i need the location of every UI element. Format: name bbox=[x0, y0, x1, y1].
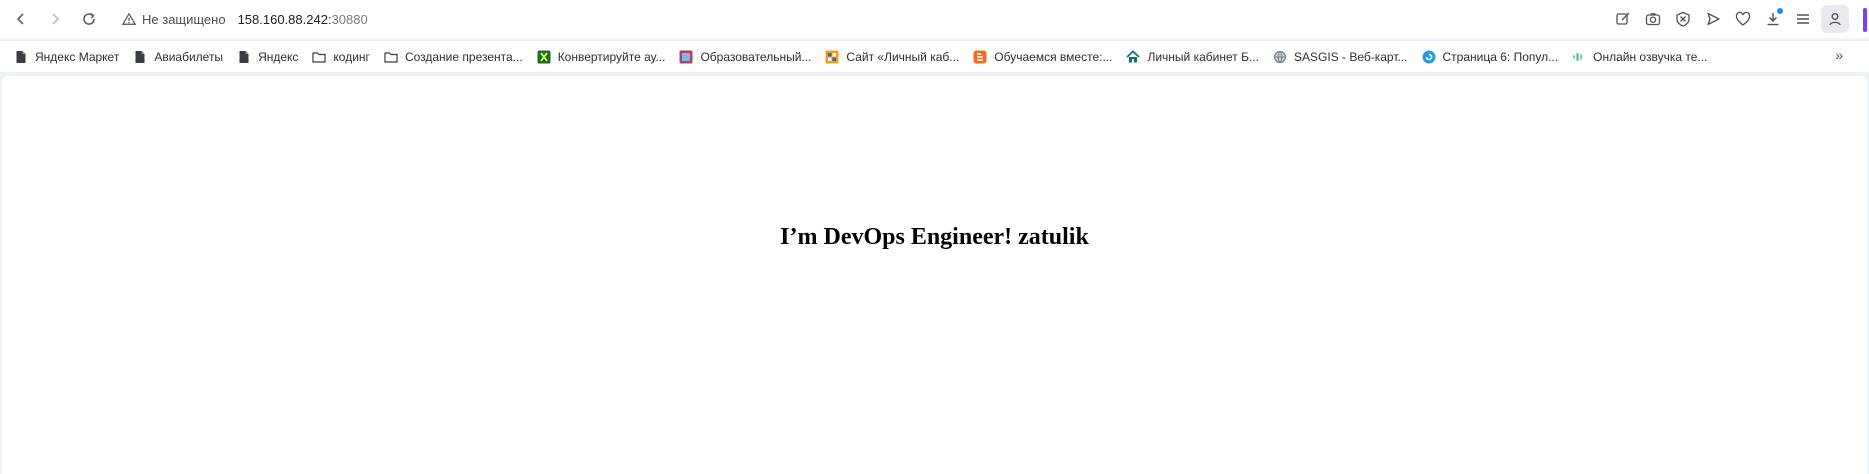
bookmark-learn-together[interactable]: Обучаемся вместе:... bbox=[973, 50, 1112, 64]
address-bar[interactable]: Не защищено 158.160.88.242:30880 bbox=[122, 4, 368, 34]
page-content: I’m DevOps Engineer! zatulik bbox=[2, 76, 1867, 474]
heart-icon bbox=[1735, 11, 1751, 26]
bookmark-label: Авиабилеты bbox=[154, 49, 224, 64]
download-notification-dot bbox=[1777, 8, 1783, 14]
folder-icon bbox=[384, 50, 398, 64]
bookmark-label: Страница 6: Попул... bbox=[1442, 49, 1559, 64]
bookmark-label: Обучаемся вместе:... bbox=[994, 49, 1113, 64]
blogger-icon bbox=[973, 50, 987, 64]
browser-window: Не защищено 158.160.88.242:30880 Яндекс … bbox=[0, 0, 1869, 474]
bookmark-label: Личный кабинет Б... bbox=[1147, 49, 1259, 64]
send-button[interactable] bbox=[1701, 4, 1725, 34]
warning-triangle-icon bbox=[122, 12, 136, 25]
adblock-button[interactable] bbox=[1671, 4, 1695, 34]
page-icon bbox=[14, 50, 28, 64]
bookmark-label: Создание презента... bbox=[404, 49, 523, 64]
bookmark-label: Образовательный... bbox=[700, 49, 812, 64]
page-headline: I’m DevOps Engineer! zatulik bbox=[780, 224, 1089, 250]
bookmarks-overflow-button[interactable]: » bbox=[1835, 47, 1843, 63]
house-icon bbox=[1126, 49, 1141, 64]
camera-icon bbox=[1645, 13, 1661, 26]
green-x-icon bbox=[537, 50, 551, 64]
bookmark-label: SASGIS - Веб-карт... bbox=[1293, 49, 1408, 64]
page-icon bbox=[237, 50, 251, 64]
orange-grid-icon bbox=[825, 50, 839, 64]
menu-icon bbox=[1797, 14, 1809, 24]
bookmarks-bar: Яндекс Маркет Авиабилеты Яндекс кодинг С… bbox=[0, 40, 1869, 72]
blue-circle-icon bbox=[1422, 50, 1436, 64]
send-icon bbox=[1707, 12, 1720, 26]
bookmark-personal-cabinet-site[interactable]: Сайт «Личный каб... bbox=[825, 50, 959, 64]
url-text[interactable]: 158.160.88.242:30880 bbox=[238, 12, 368, 27]
bookmark-label: Яндекс Маркет bbox=[35, 49, 120, 64]
shield-icon bbox=[1676, 11, 1690, 27]
bookmark-label: Сайт «Личный каб... bbox=[846, 49, 960, 64]
globe-icon bbox=[1273, 50, 1287, 64]
folder-icon bbox=[312, 50, 327, 64]
user-icon bbox=[1829, 13, 1841, 26]
profile-button[interactable] bbox=[1821, 5, 1849, 33]
favorites-button[interactable] bbox=[1731, 4, 1755, 34]
sound-icon bbox=[1572, 50, 1586, 64]
bookmark-education-portal[interactable]: Образовательный... bbox=[679, 50, 811, 64]
url-host: 158.160.88.242: bbox=[237, 11, 332, 27]
bookmark-folder-coding[interactable]: кодинг bbox=[312, 50, 370, 64]
bookmark-page-6-popular[interactable]: Страница 6: Попул... bbox=[1422, 49, 1559, 64]
bookmark-yandex-market[interactable]: Яндекс Маркет bbox=[14, 50, 119, 64]
bookmark-sasgis[interactable]: SASGIS - Веб-карт... bbox=[1273, 50, 1408, 64]
chevron-left-icon bbox=[16, 13, 24, 25]
bookmark-label: Онлайн озвучка те... bbox=[1593, 49, 1708, 64]
bookmark-yandex[interactable]: Яндекс bbox=[237, 50, 298, 64]
bookmark-label: Конвертируйте ау... bbox=[557, 49, 666, 64]
security-indicator[interactable]: Не защищено bbox=[122, 12, 226, 27]
bookmark-online-voice[interactable]: Онлайн озвучка те... bbox=[1572, 50, 1707, 64]
sidebar-accent-bar[interactable] bbox=[1863, 8, 1867, 32]
bookmark-aviabilety[interactable]: Авиабилеты bbox=[133, 50, 223, 64]
screenshot-button[interactable] bbox=[1641, 4, 1665, 34]
browser-toolbar: Не защищено 158.160.88.242:30880 bbox=[0, 0, 1869, 38]
bookmark-convert-audio[interactable]: Конвертируйте ау... bbox=[537, 49, 666, 64]
bookmark-label: кодинг bbox=[333, 49, 370, 64]
toolbar-actions bbox=[1611, 4, 1849, 34]
edit-button[interactable] bbox=[1611, 4, 1635, 34]
forward-button[interactable] bbox=[40, 4, 70, 34]
reload-button[interactable] bbox=[74, 4, 104, 34]
bookmark-folder-presentations[interactable]: Создание презента... bbox=[384, 50, 523, 64]
downloads-button[interactable] bbox=[1761, 4, 1785, 34]
menu-button[interactable] bbox=[1791, 4, 1815, 34]
portal-icon bbox=[679, 50, 693, 64]
double-chevron-right-icon: » bbox=[1835, 47, 1843, 63]
edit-icon bbox=[1616, 12, 1630, 25]
bookmark-personal-cabinet-b[interactable]: Личный кабинет Б... bbox=[1126, 50, 1259, 64]
back-button[interactable] bbox=[6, 4, 36, 34]
url-port: 30880 bbox=[331, 11, 368, 27]
page-icon bbox=[133, 50, 147, 64]
reload-icon bbox=[83, 12, 95, 25]
bookmark-label: Яндекс bbox=[258, 49, 299, 64]
chevron-right-icon bbox=[52, 13, 60, 25]
security-label: Не защищено bbox=[142, 11, 226, 27]
